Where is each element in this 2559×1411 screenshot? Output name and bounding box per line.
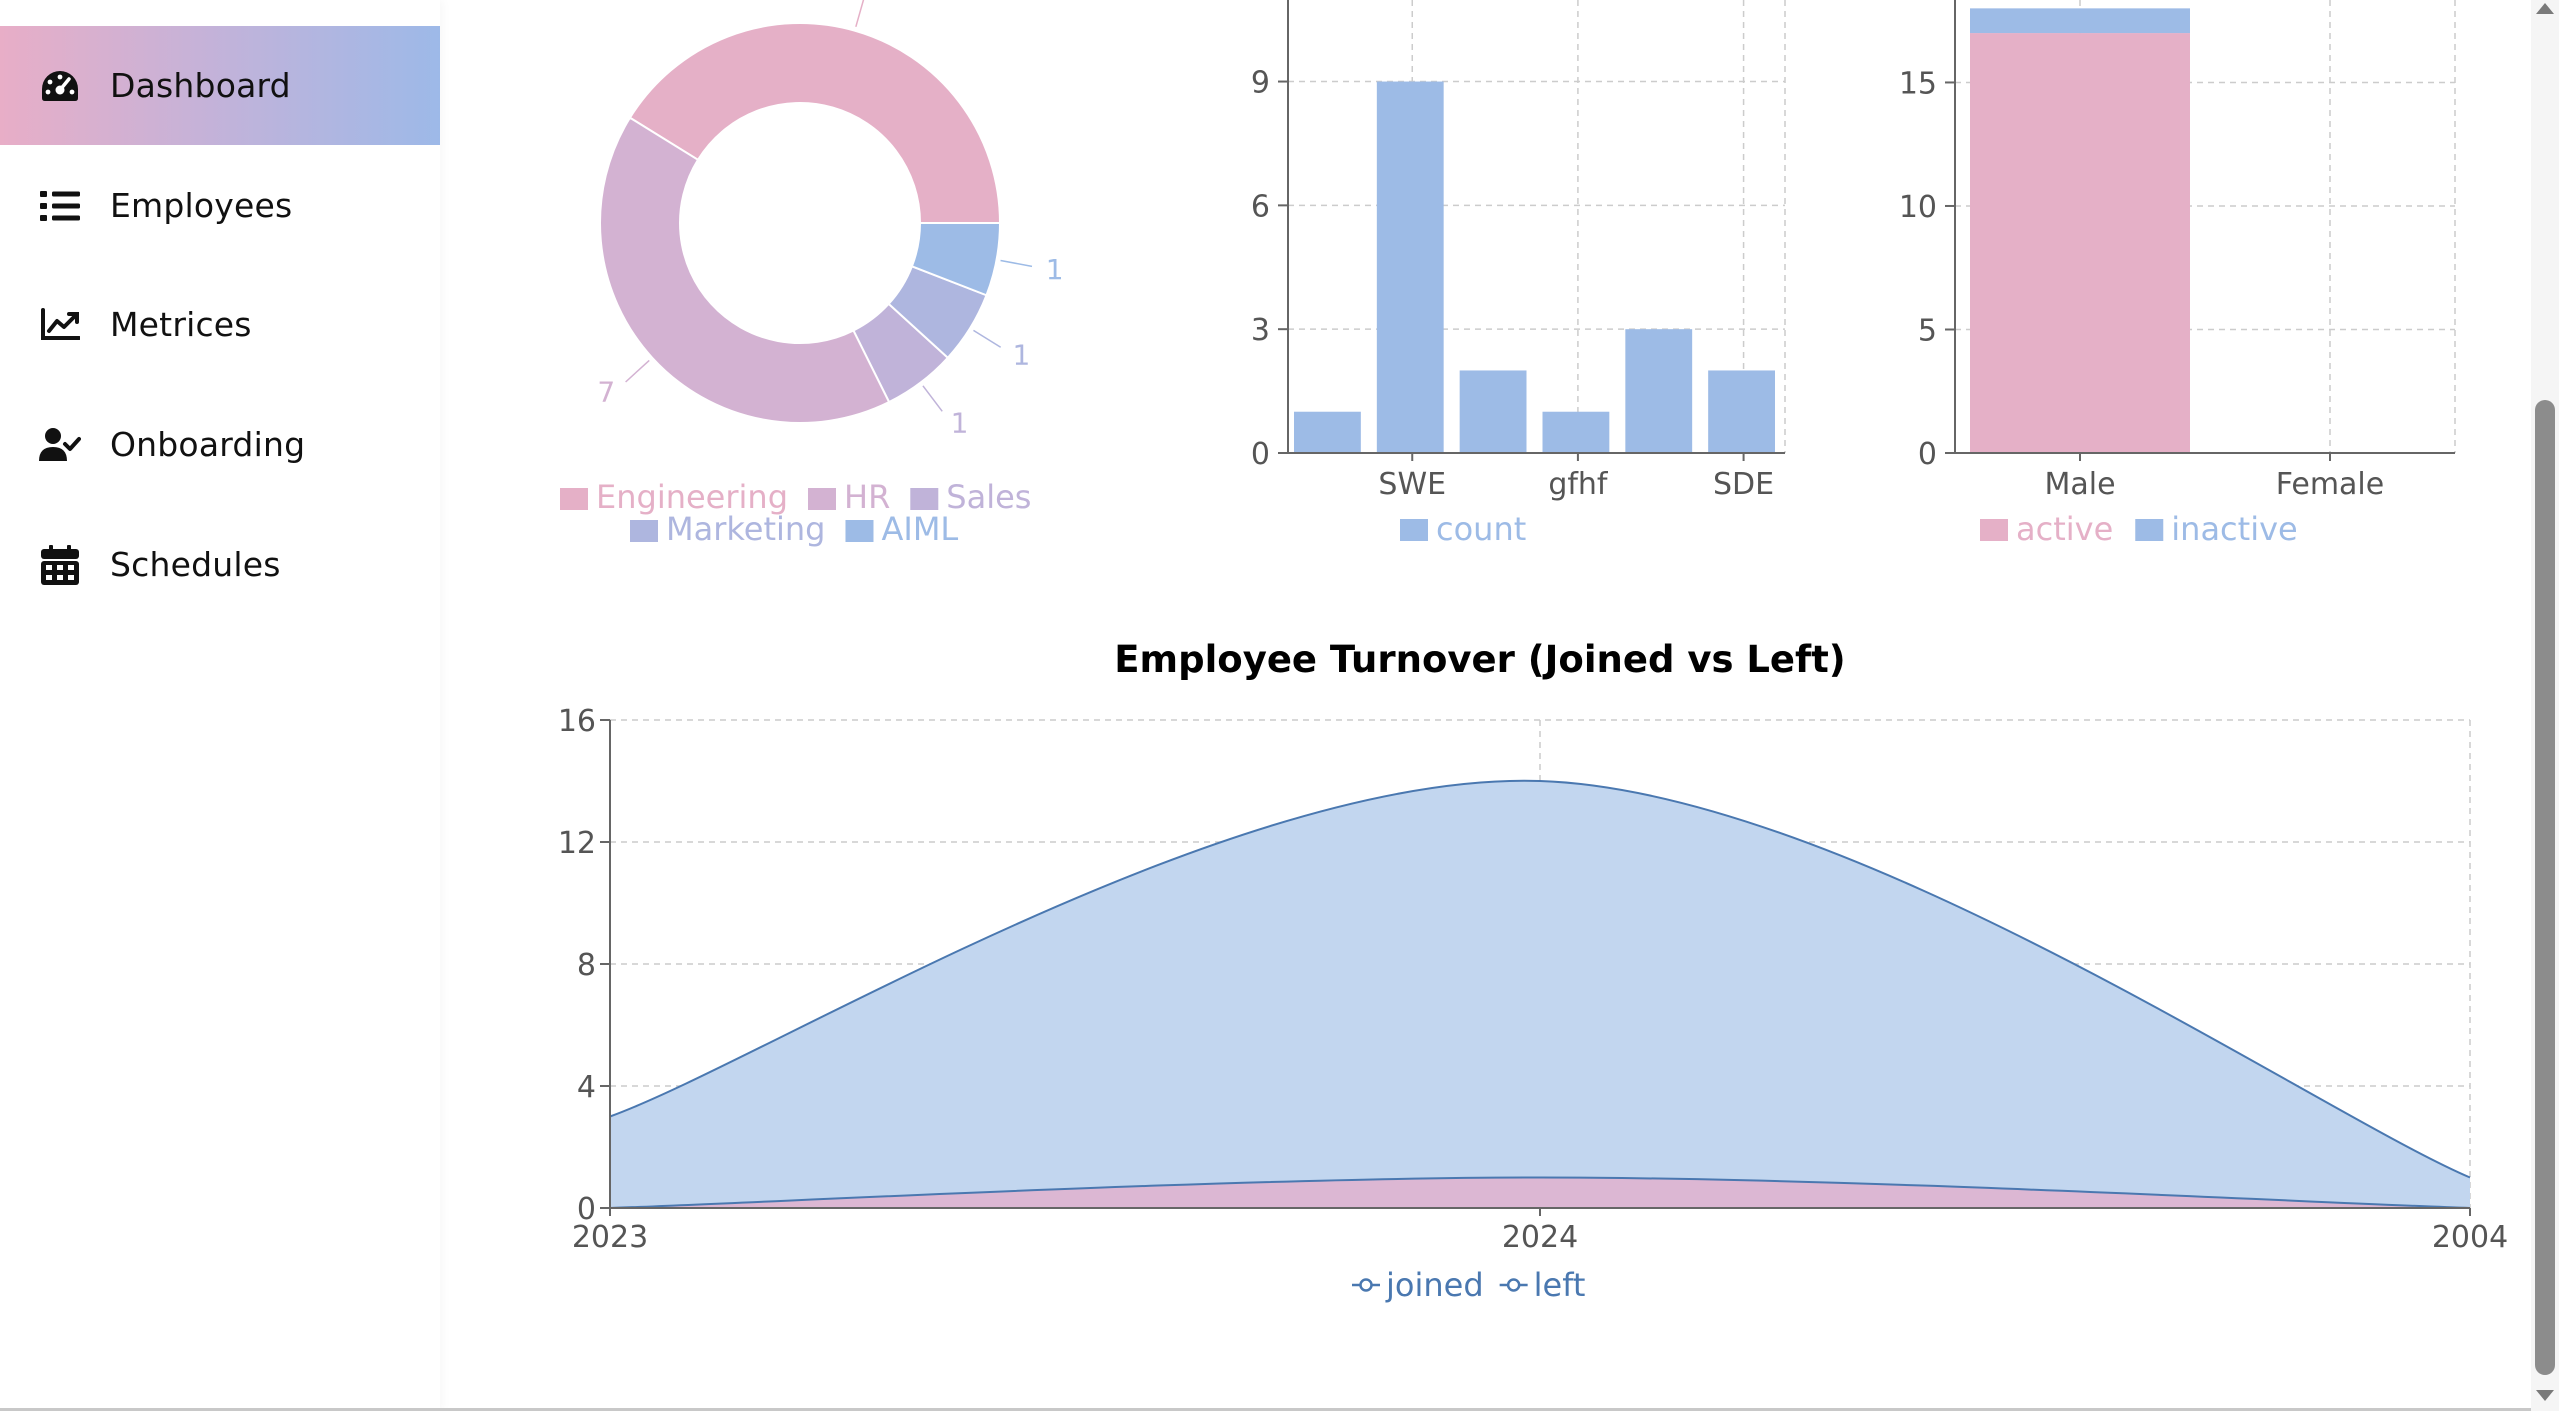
sidebar-item-label: Onboarding	[110, 425, 306, 464]
dashboard-charts: 77111EngineeringHRSalesMarketingAIML 036…	[558, 0, 2508, 1304]
bar	[1708, 370, 1775, 453]
chart-title: Employee Turnover (Joined vs Left)	[1114, 638, 1845, 681]
app-window: Dashboard Employees Metrices Onboarding …	[0, 0, 2559, 1411]
x-tick-label: Male	[2044, 467, 2115, 502]
legend-swatch	[910, 488, 939, 510]
dashboard-main: 77111EngineeringHRSalesMarketingAIML 036…	[440, 0, 2530, 1411]
sidebar-item-employees[interactable]: Employees	[0, 146, 440, 265]
vertical-scrollbar[interactable]	[2531, 0, 2559, 1411]
list-icon	[38, 184, 82, 228]
y-tick-label: 8	[577, 948, 596, 983]
donut-leader-line	[922, 385, 943, 412]
y-tick-label: 0	[1251, 437, 1270, 472]
department-donut-chart: 77111EngineeringHRSalesMarketingAIML	[560, 0, 1064, 548]
legend-label: active	[2016, 510, 2113, 548]
legend-label: inactive	[2171, 510, 2297, 548]
stacked-bar-segment	[1970, 8, 2190, 34]
scroll-thumb[interactable]	[2535, 400, 2555, 1375]
legend-marker	[1506, 1278, 1521, 1292]
sidebar: Dashboard Employees Metrices Onboarding …	[0, 0, 440, 1411]
legend-marker	[1359, 1278, 1373, 1292]
sidebar-item-metrices[interactable]: Metrices	[0, 265, 440, 384]
y-tick-label: 12	[558, 826, 596, 861]
x-tick-label: 2024	[1502, 1220, 1578, 1255]
donut-slice	[599, 116, 891, 424]
y-tick-label: 5	[1918, 313, 1937, 348]
donut-data-label: 1	[951, 407, 969, 440]
legend-label: Sales	[946, 478, 1031, 516]
legend-swatch	[1400, 519, 1428, 541]
x-tick-label: Female	[2276, 467, 2384, 502]
scroll-down-arrow-icon[interactable]	[2536, 1390, 2554, 1401]
sidebar-item-dashboard[interactable]: Dashboard	[0, 26, 440, 145]
y-tick-label: 4	[577, 1070, 596, 1105]
bar	[1459, 370, 1527, 453]
y-tick-label: 16	[558, 704, 596, 739]
sidebar-item-onboarding[interactable]: Onboarding	[0, 385, 440, 504]
sidebar-item-label: Dashboard	[110, 66, 291, 105]
legend-label: AIML	[881, 510, 958, 548]
x-tick-label: SDE	[1713, 467, 1774, 502]
gender-status-bar-chart: 0 5 10 15 Male Female active inactive	[1899, 0, 2456, 548]
donut-data-label: 1	[1013, 339, 1031, 372]
dashboard-gauge-icon	[38, 64, 82, 108]
donut-leader-line	[1000, 259, 1033, 268]
donut-leader-line	[625, 359, 650, 383]
y-tick-label: 3	[1251, 313, 1270, 348]
calendar-icon	[38, 543, 82, 587]
legend-label: Marketing	[666, 510, 825, 548]
bar	[1542, 411, 1610, 453]
bar	[1376, 81, 1444, 453]
legend-swatch	[1980, 519, 2008, 541]
user-check-icon	[38, 423, 82, 467]
y-tick-label: 15	[1899, 66, 1937, 101]
bar	[1625, 329, 1693, 453]
sidebar-item-schedules[interactable]: Schedules	[0, 505, 440, 624]
x-tick-label: gfhf	[1548, 467, 1609, 502]
donut-data-label: 7	[597, 375, 615, 408]
donut-slice	[628, 22, 1002, 224]
legend-swatch	[560, 488, 588, 510]
y-tick-label: 6	[1251, 189, 1270, 224]
legend-swatch	[808, 488, 836, 510]
legend-label: joined	[1385, 1266, 1484, 1304]
legend-swatch	[2135, 519, 2164, 541]
y-tick-label: 9	[1251, 66, 1270, 101]
sidebar-item-label: Metrices	[110, 305, 252, 344]
role-count-bar-chart: 0 3 6 9 SWE gfhf SDE count	[1251, 0, 1786, 548]
donut-data-label: 1	[1046, 253, 1064, 286]
legend-label: left	[1534, 1266, 1586, 1304]
legend-swatch	[630, 520, 658, 542]
stacked-bar-segment	[1970, 33, 2190, 454]
legend-swatch	[845, 520, 874, 542]
donut-leader-line	[973, 329, 1002, 348]
y-tick-label: 10	[1899, 190, 1937, 225]
sidebar-item-label: Employees	[110, 186, 293, 225]
legend-label: count	[1436, 510, 1526, 548]
bar	[1294, 411, 1361, 453]
y-tick-label: 0	[1918, 437, 1937, 472]
joined-area	[610, 780, 2470, 1208]
scroll-up-arrow-icon[interactable]	[2536, 3, 2554, 14]
turnover-area-chart: Employee Turnover (Joined vs Left)048121…	[558, 638, 2508, 1304]
x-tick-label: 2004	[2432, 1220, 2508, 1255]
chart-line-icon	[38, 303, 82, 347]
x-tick-label: SWE	[1378, 467, 1446, 502]
sidebar-item-label: Schedules	[110, 545, 281, 584]
x-tick-label: 2023	[572, 1220, 648, 1255]
donut-leader-line	[855, 0, 865, 27]
